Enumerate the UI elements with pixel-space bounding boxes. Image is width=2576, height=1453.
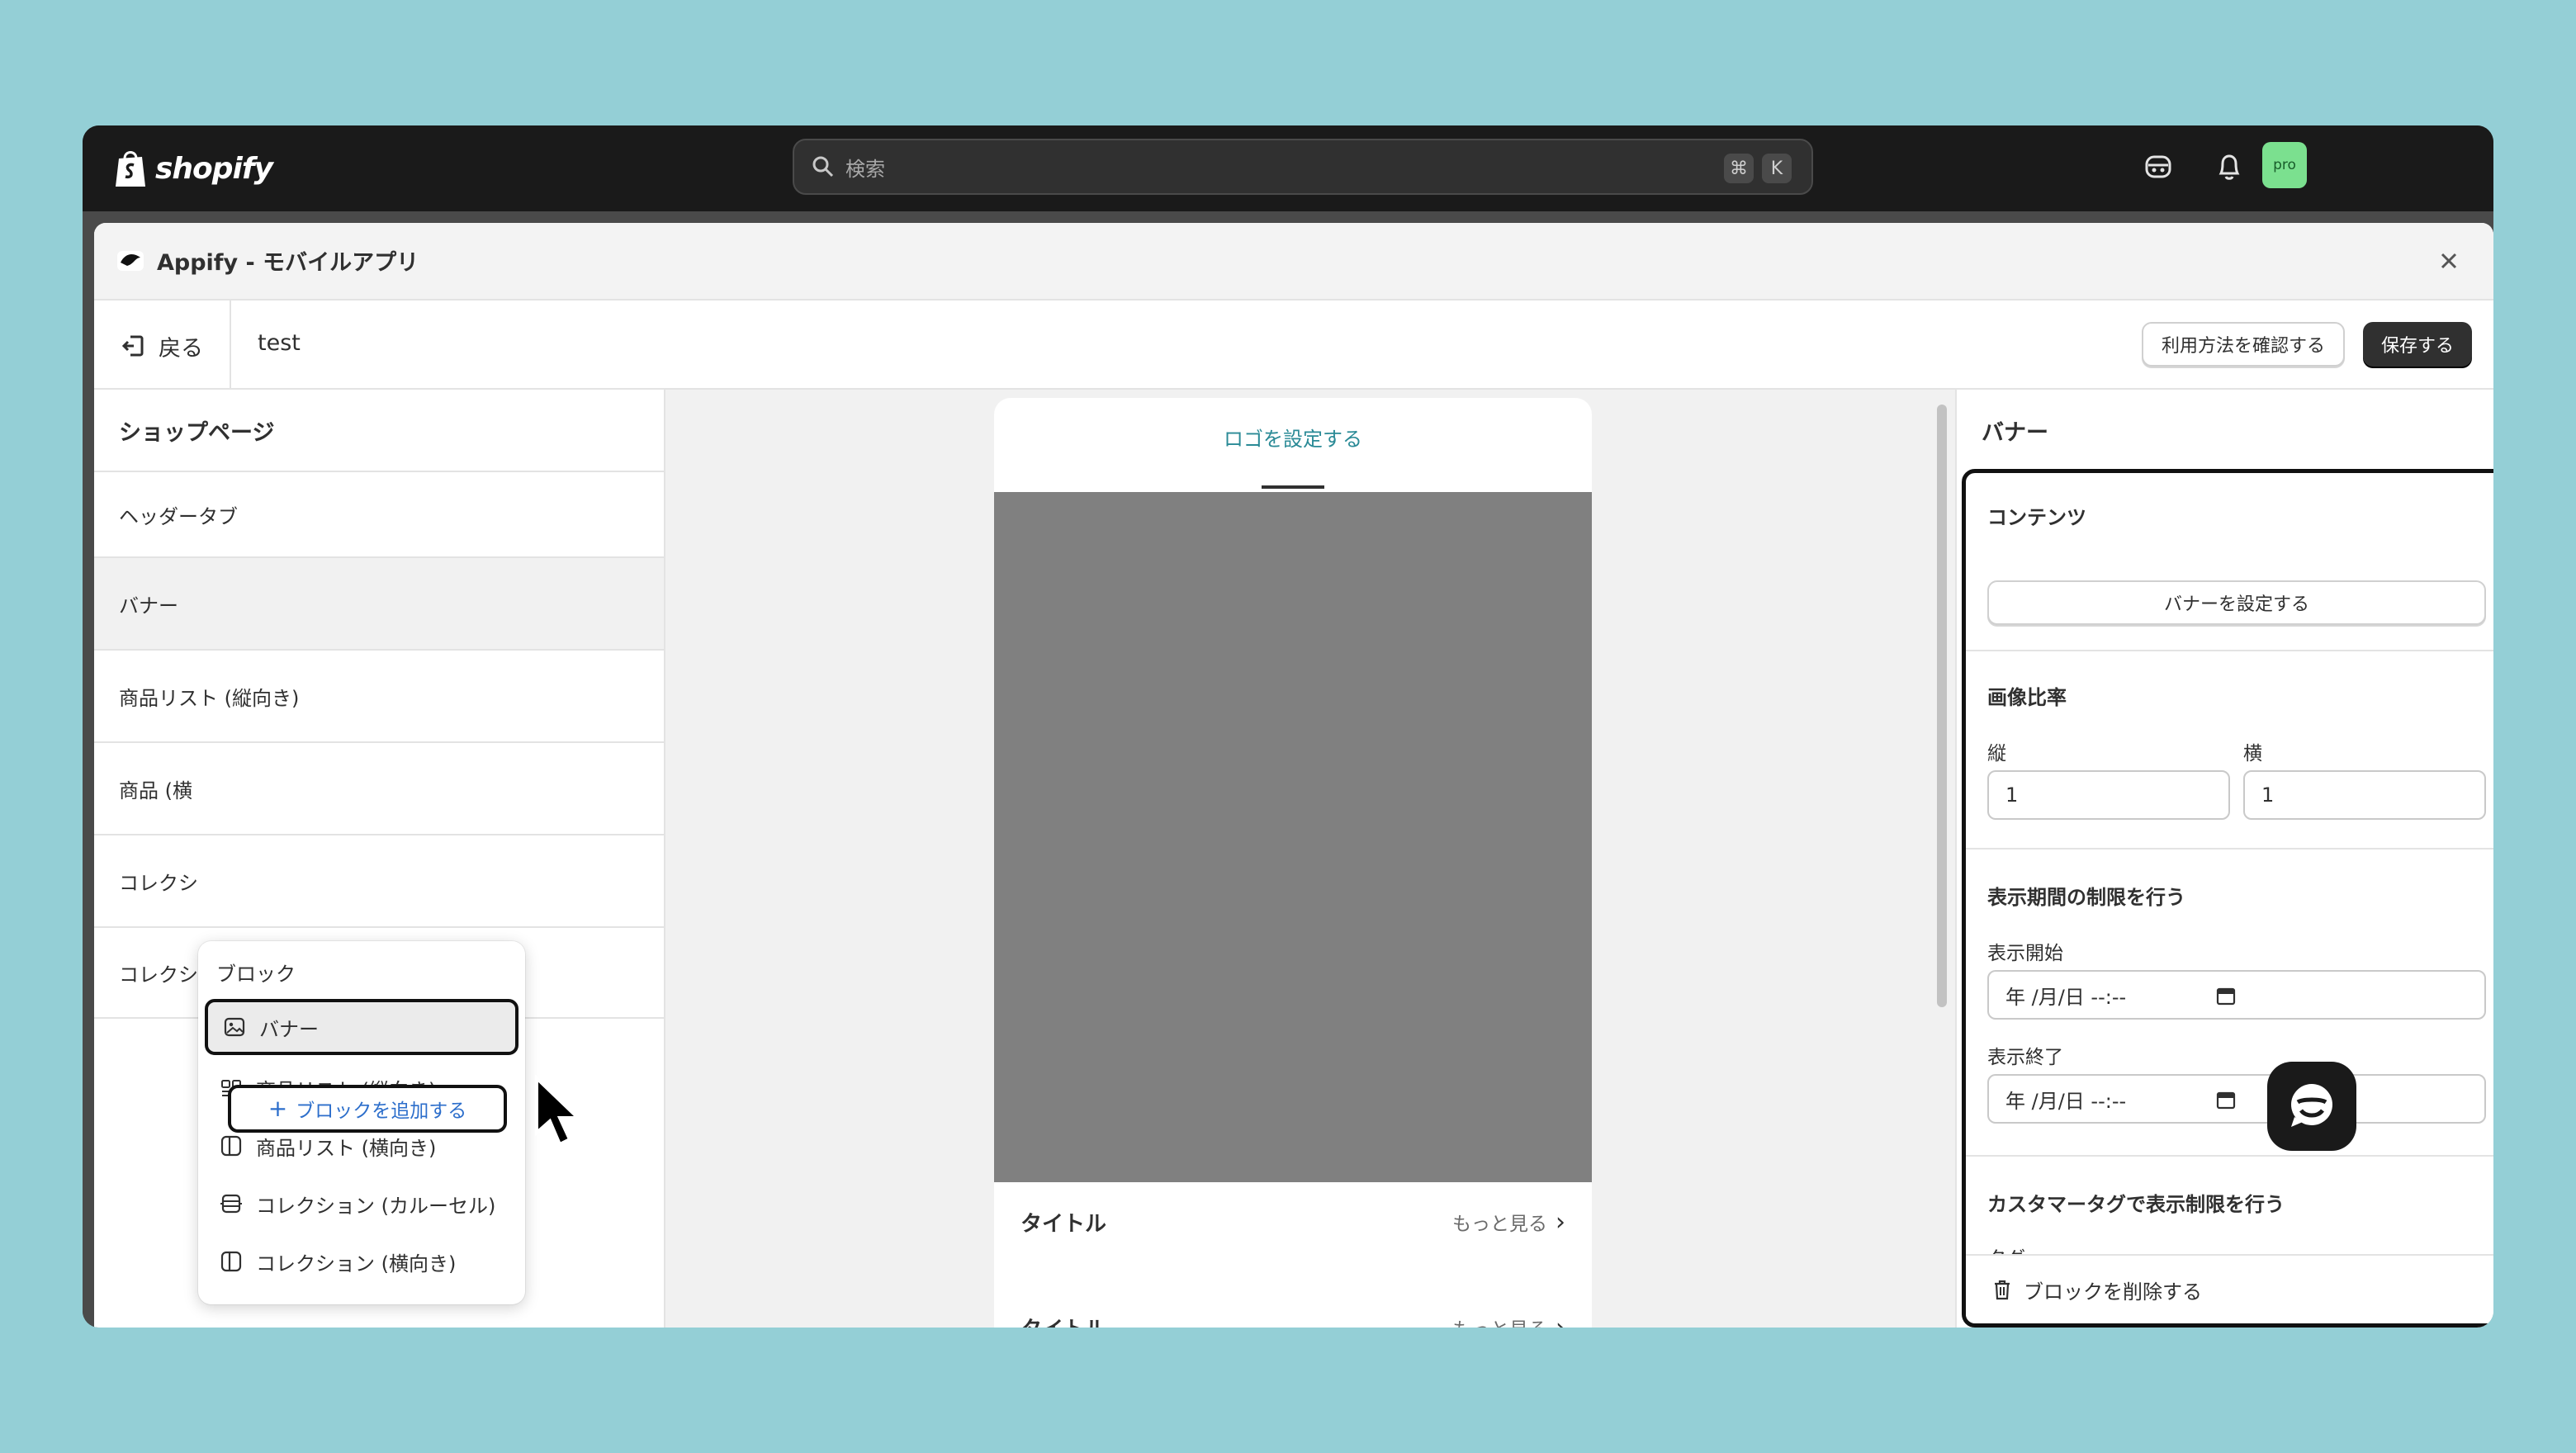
sidebar-item-product-horizontal[interactable]: 商品 (横 (94, 741, 664, 834)
calendar-icon[interactable] (2215, 1089, 2237, 1110)
appify-logo-icon (117, 251, 144, 271)
sidebar-item-collection-carousel[interactable]: コレクシ (94, 834, 664, 926)
chevron-right-icon: › (1556, 1207, 1565, 1237)
tab-indicator (1262, 485, 1324, 489)
ratio-title: 画像比率 (1987, 686, 2067, 709)
see-more-link[interactable]: もっと見る › (1452, 1313, 1565, 1328)
set-banner-button[interactable]: バナーを設定する (1987, 580, 2486, 625)
sidebar-heading: ショップページ (119, 420, 275, 446)
delete-block-label: ブロックを削除する (2024, 1280, 2202, 1304)
brand-name: shopify (155, 151, 273, 186)
settings-form: コンテンツ バナーを設定する 画像比率 縦 横 1 1 表示期間の制限を行う 表… (1962, 469, 2493, 1328)
banner-icon (224, 1017, 245, 1037)
save-button[interactable]: 保存する (2363, 322, 2473, 367)
see-more-link[interactable]: もっと見る › (1452, 1208, 1565, 1237)
ratio-horizontal-label: 横 (2243, 743, 2262, 764)
settings-heading: バナー (1982, 420, 2048, 446)
block-menu-label: コレクション (横向き) (256, 1252, 457, 1276)
ratio-vertical-input[interactable]: 1 (1987, 770, 2230, 820)
phone-preview: ロゴを設定する タイトル もっと見る › タイトル もっと見る › (994, 398, 1592, 1328)
search-icon (812, 156, 834, 177)
divider (230, 301, 231, 390)
contents-title: コンテンツ (1987, 506, 2086, 529)
set-logo-link[interactable]: ロゴを設定する (994, 423, 1592, 452)
end-datetime-value: 年 /月/日 --:-- (2005, 1089, 2127, 1113)
sidebar-item-banner[interactable]: バナー (94, 556, 664, 649)
app-header: Appify - モバイルアプリ (94, 223, 2493, 301)
top-bar: shopify 検索 ⌘ K pro (83, 125, 2493, 211)
block-menu-label: コレクション (カルーセル) (256, 1194, 496, 1218)
help-button[interactable]: 利用方法を確認する (2142, 322, 2346, 367)
start-datetime-value: 年 /月/日 --:-- (2005, 985, 2127, 1009)
customer-tag-title: カスタマータグで表示制限を行う (1987, 1193, 2285, 1216)
mouse-pointer-icon (535, 1075, 582, 1147)
block-menu-item-collection-carousel[interactable]: コレクション (カルーセル) (205, 1177, 519, 1230)
chat-bubble-icon (2291, 1084, 2332, 1127)
app-title: Appify - モバイルアプリ (157, 250, 419, 276)
blocks-sidebar: ショップページ ヘッダータブ バナー 商品リスト (縦向き) 商品 (横 コレク… (94, 390, 665, 1328)
block-menu-title: ブロック (216, 963, 296, 986)
close-icon[interactable] (2434, 246, 2464, 276)
block-menu-label: 商品リスト (横向き) (256, 1136, 437, 1160)
bell-icon[interactable] (2213, 150, 2246, 183)
preview-section-row[interactable]: タイトル もっと見る › (994, 1182, 1592, 1261)
chat-support-button[interactable] (2267, 1062, 2356, 1151)
end-datetime-input[interactable]: 年 /月/日 --:-- (1987, 1074, 2486, 1124)
banner-placeholder[interactable] (994, 492, 1592, 1182)
search-bar[interactable]: 検索 ⌘ K (793, 139, 1813, 195)
see-more-label: もっと見る (1452, 1313, 1547, 1328)
start-datetime-input[interactable]: 年 /月/日 --:-- (1987, 970, 2486, 1020)
app-panel: Appify - モバイルアプリ 戻る test 利用方法を確認する 保存する … (94, 223, 2493, 1328)
preview-canvas: ロゴを設定する タイトル もっと見る › タイトル もっと見る › (665, 390, 1927, 1328)
back-button[interactable]: 戻る (119, 325, 203, 367)
back-label: 戻る (159, 335, 203, 362)
start-label: 表示開始 (1987, 943, 2063, 964)
sidebar-item-product-list-vertical[interactable]: 商品リスト (縦向き) (94, 649, 664, 741)
preview-scrollbar[interactable] (1937, 405, 1947, 1007)
block-menu-item-collection-horizontal[interactable]: コレクション (横向き) (205, 1235, 519, 1288)
shortcut-k-key: K (1762, 154, 1792, 183)
period-title: 表示期間の制限を行う (1987, 886, 2185, 909)
add-block-label: ブロックを追加する (296, 1100, 467, 1122)
admin-window: shopify 検索 ⌘ K pro Appify - モバイルアプリ 戻る t… (83, 125, 2493, 1328)
delete-block-button[interactable]: ブロックを削除する (1966, 1254, 2493, 1323)
add-block-button[interactable]: + ブロックを追加する (228, 1085, 507, 1133)
section-title: タイトル (1020, 1313, 1106, 1328)
divider (1966, 650, 2493, 651)
see-more-label: もっと見る (1452, 1214, 1547, 1235)
end-label: 表示終了 (1987, 1047, 2063, 1068)
section-title: タイトル (1020, 1211, 1107, 1237)
sidekick-icon[interactable] (2142, 150, 2175, 183)
settings-panel: バナー コンテンツ バナーを設定する 画像比率 縦 横 1 1 表示期間の制限を… (1955, 390, 2493, 1328)
divider (1966, 1155, 2493, 1157)
search-placeholder: 検索 (845, 157, 885, 181)
divider (1966, 848, 2493, 850)
shortcut-cmd-key: ⌘ (1724, 154, 1754, 183)
chevron-right-icon: › (1556, 1313, 1565, 1328)
sidebar-item-header-tab[interactable]: ヘッダータブ (94, 471, 664, 556)
block-menu-item-banner[interactable]: バナー (205, 999, 519, 1055)
preview-section-row[interactable]: タイトル もっと見る › (994, 1288, 1592, 1328)
ratio-horizontal-input[interactable]: 1 (2243, 770, 2486, 820)
avatar[interactable]: pro (2262, 142, 2307, 188)
editor-toolbar: 戻る test 利用方法を確認する 保存する (94, 301, 2493, 390)
block-menu-label: バナー (259, 1017, 319, 1041)
trash-icon (1995, 1280, 2010, 1300)
columns-icon (220, 1251, 242, 1272)
shopify-logo[interactable]: shopify (112, 144, 273, 193)
exit-arrow-icon (121, 335, 144, 357)
plus-icon: + (268, 1095, 288, 1122)
columns-icon (220, 1135, 242, 1157)
shopify-bag-icon (116, 151, 145, 187)
carousel-icon (220, 1194, 242, 1214)
calendar-icon[interactable] (2215, 985, 2237, 1006)
ratio-vertical-label: 縦 (1987, 743, 2006, 764)
page-name: test (258, 330, 301, 356)
